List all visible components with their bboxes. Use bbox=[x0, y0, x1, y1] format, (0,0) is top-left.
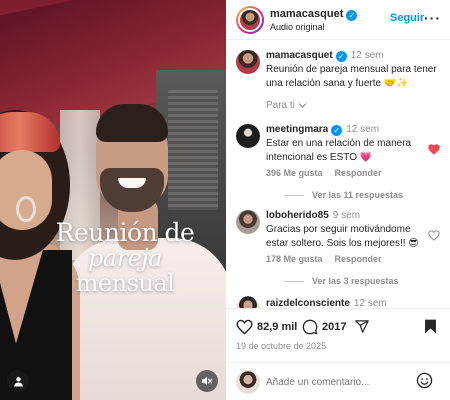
overlay-line-2-rest: mensual bbox=[75, 269, 175, 298]
comment-time: 12 sem bbox=[346, 124, 380, 135]
caption-username[interactable]: mamacasquet bbox=[266, 50, 333, 61]
author-avatar[interactable] bbox=[236, 6, 264, 34]
tagged-users-button[interactable] bbox=[7, 370, 29, 392]
man-hair bbox=[96, 104, 168, 142]
add-comment-bar bbox=[226, 362, 450, 400]
save-button[interactable] bbox=[424, 319, 441, 334]
user-icon bbox=[13, 376, 23, 387]
post-panel: mamacasquet ✓ Audio original Seguir ··· m… bbox=[226, 0, 450, 400]
emoji-picker-button[interactable] bbox=[416, 372, 433, 394]
commenter-avatar[interactable] bbox=[236, 210, 260, 234]
overlay-italic-word: pareja bbox=[87, 244, 163, 273]
comment-username[interactable]: meetingmara bbox=[266, 124, 328, 135]
comment-header: meetingmara ✓ 12 sem bbox=[266, 124, 379, 136]
reply-link[interactable]: Responder bbox=[335, 168, 382, 178]
verified-badge-icon: ✓ bbox=[335, 51, 347, 62]
post-caption: mamacasquet ✓ 12 sem Reunión de pareja men… bbox=[226, 40, 450, 96]
comment-input[interactable] bbox=[266, 374, 406, 390]
comment-meta: 396 Me gusta Responder bbox=[266, 168, 382, 178]
original-audio-link[interactable]: Audio original bbox=[270, 22, 325, 32]
comment-item: loboherido85 9 sem Gracias por seguir mot… bbox=[226, 210, 450, 294]
replies-divider bbox=[284, 280, 304, 282]
comment-header: loboherido85 9 sem bbox=[266, 210, 360, 221]
comment-thread[interactable]: mamacasquet ✓ 12 sem Reunión de pareja men… bbox=[226, 40, 450, 308]
heart-outline-icon bbox=[236, 319, 253, 335]
comment-filter-dropdown[interactable]: Para ti bbox=[266, 100, 307, 111]
comment-header: raizdelconsciente 12 sem bbox=[266, 298, 387, 308]
comment-filter-label: Para ti bbox=[266, 100, 295, 111]
window-shutter bbox=[168, 90, 218, 210]
speaker-muted-icon bbox=[202, 376, 213, 386]
view-replies-link[interactable]: Ver las 3 respuestas bbox=[284, 276, 399, 286]
verified-badge-icon: ✓ bbox=[346, 10, 358, 21]
heart-outline-icon bbox=[428, 230, 440, 241]
bookmark-filled-icon bbox=[425, 319, 436, 334]
commenter-avatar[interactable] bbox=[236, 124, 260, 148]
comment-item: meetingmara ✓ 12 sem Estar en una relación… bbox=[226, 124, 450, 208]
post-date: 19 de octubre de 2025 bbox=[236, 341, 327, 351]
comment-username[interactable]: loboherido85 bbox=[266, 210, 329, 221]
comment-time: 9 sem bbox=[332, 210, 361, 221]
more-options-button[interactable]: ··· bbox=[424, 10, 441, 26]
verified-badge-icon: ✓ bbox=[331, 125, 343, 136]
paper-plane-icon bbox=[355, 320, 369, 333]
caption-text: Reunión de pareja mensual para tener una… bbox=[266, 64, 437, 89]
follow-button[interactable]: Seguir bbox=[390, 12, 424, 24]
smiley-face-icon bbox=[416, 372, 433, 389]
view-replies-link[interactable]: Ver las 11 respuestas bbox=[284, 190, 403, 200]
caption-header: mamacasquet ✓ 12 sem bbox=[266, 50, 384, 62]
like-count: 82,9 mil bbox=[257, 321, 298, 333]
author-username-row: mamacasquet ✓ bbox=[270, 8, 358, 21]
mute-button[interactable] bbox=[196, 370, 218, 392]
hoop-earring bbox=[16, 196, 36, 222]
caption-author-avatar[interactable] bbox=[236, 50, 260, 74]
comment-like-count: 396 Me gusta bbox=[266, 168, 323, 178]
comment-time: 12 sem bbox=[353, 298, 387, 308]
comment-meta: 178 Me gusta Responder bbox=[266, 254, 382, 264]
comment-item: raizdelconsciente 12 sem bbox=[226, 296, 450, 308]
comment-text: Gracias por seguir motivándome estar sol… bbox=[266, 224, 419, 249]
view-replies-label: Ver las 3 respuestas bbox=[312, 276, 399, 286]
current-user-avatar bbox=[236, 370, 260, 394]
video-overlay-title: Reunión de pareja mensual bbox=[40, 218, 210, 297]
comment-text: Estar en una relación de manera intencio… bbox=[266, 138, 412, 163]
comment-like-count: 178 Me gusta bbox=[266, 254, 323, 264]
comment-bubble-icon bbox=[302, 319, 318, 335]
view-replies-label: Ver las 11 respuestas bbox=[312, 190, 404, 200]
comment-like-button[interactable] bbox=[428, 230, 440, 243]
chevron-down-icon bbox=[298, 103, 307, 108]
comment-button[interactable]: 2017 bbox=[302, 319, 346, 335]
reel-video[interactable]: Reunión de pareja mensual bbox=[0, 0, 226, 400]
overlay-line-1: Reunión de bbox=[55, 218, 195, 247]
heart-filled-icon bbox=[428, 144, 440, 155]
commenter-avatar[interactable] bbox=[236, 296, 260, 308]
caption-time: 12 sem bbox=[350, 50, 384, 61]
share-button[interactable] bbox=[354, 319, 374, 334]
comment-username[interactable]: raizdelconsciente bbox=[266, 298, 350, 308]
like-button[interactable]: 82,9 mil bbox=[236, 319, 297, 335]
comment-count: 2017 bbox=[322, 321, 347, 333]
replies-divider bbox=[284, 194, 304, 196]
comment-like-button[interactable] bbox=[428, 144, 440, 157]
author-username[interactable]: mamacasquet bbox=[270, 8, 343, 20]
overlay-line-2: pareja mensual bbox=[40, 246, 210, 296]
post-header: mamacasquet ✓ Audio original Seguir ··· bbox=[226, 0, 450, 40]
reply-link[interactable]: Responder bbox=[335, 254, 382, 264]
